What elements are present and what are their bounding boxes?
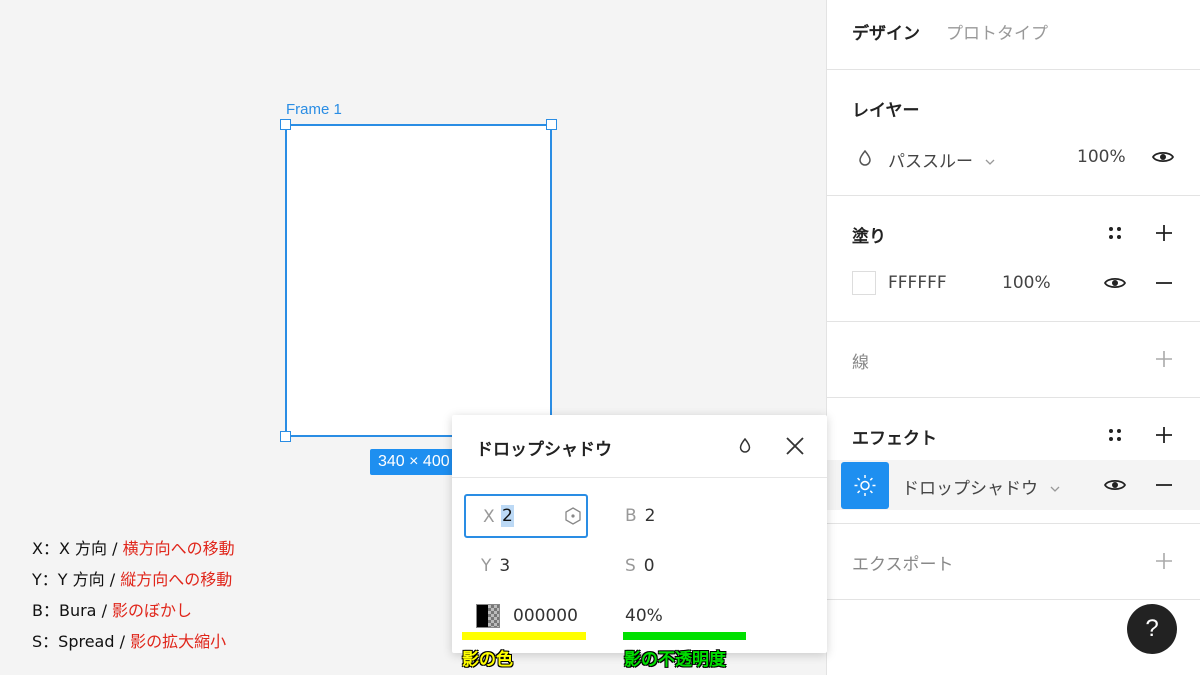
layer-section-title: レイヤー bbox=[852, 101, 920, 121]
swatch-checker bbox=[488, 605, 499, 627]
blend-mode-value: パススルー bbox=[888, 152, 973, 172]
highlight-bar-yellow bbox=[462, 632, 586, 640]
fill-hex-value[interactable]: FFFFFF bbox=[888, 273, 947, 293]
close-icon[interactable] bbox=[784, 435, 806, 457]
shadow-opacity-value[interactable]: 40% bbox=[625, 606, 663, 626]
x-offset-field[interactable]: X 2 bbox=[464, 494, 588, 538]
legend-desc: 横方向への移動 bbox=[122, 539, 235, 558]
divider bbox=[827, 599, 1200, 600]
divider bbox=[827, 195, 1200, 196]
drop-icon[interactable] bbox=[735, 435, 755, 457]
effect-type-dropdown[interactable]: ドロップシャドウ bbox=[902, 474, 1061, 499]
minus-icon[interactable] bbox=[1152, 473, 1176, 497]
popup-header: ドロップシャドウ bbox=[452, 415, 827, 478]
hexagon-icon bbox=[565, 507, 581, 525]
effect-section-title: エフェクト bbox=[852, 429, 937, 449]
y-value: 3 bbox=[499, 556, 511, 576]
divider bbox=[827, 321, 1200, 322]
layer-opacity[interactable]: 100% bbox=[1077, 147, 1126, 167]
sun-icon bbox=[854, 475, 876, 496]
s-value: 0 bbox=[643, 556, 655, 576]
fill-color-swatch[interactable] bbox=[852, 271, 876, 295]
legend: X：X 方向 / 横方向への移動 Y：Y 方向 / 縦方向への移動 B：Bura… bbox=[32, 533, 235, 657]
plus-icon[interactable] bbox=[1152, 423, 1176, 447]
fill-section-title: 塗り bbox=[852, 227, 886, 247]
resize-handle-bottom-left[interactable] bbox=[280, 431, 291, 442]
x-value[interactable]: 2 bbox=[501, 505, 514, 527]
stroke-section-title: 線 bbox=[852, 353, 869, 373]
shadow-color-swatch[interactable] bbox=[476, 604, 500, 628]
eye-icon[interactable] bbox=[1151, 145, 1175, 169]
drop-shadow-popup: ドロップシャドウ X 2 B2 Y3 S0 000000 40% bbox=[452, 415, 827, 653]
legend-desc: 縦方向への移動 bbox=[120, 570, 233, 589]
divider bbox=[827, 523, 1200, 524]
legend-desc: 影のぼかし bbox=[112, 601, 193, 620]
drop-icon bbox=[859, 149, 871, 166]
grid-dots-icon[interactable] bbox=[1103, 423, 1127, 447]
chevron-down-icon bbox=[1050, 486, 1060, 492]
swatch-solid bbox=[477, 605, 488, 627]
effect-type-value: ドロップシャドウ bbox=[902, 479, 1038, 499]
note-shadow-color: 影の色 bbox=[462, 650, 513, 670]
legend-row-s: S：Spread / 影の拡大縮小 bbox=[32, 626, 235, 657]
legend-row-x: X：X 方向 / 横方向への移動 bbox=[32, 533, 235, 564]
legend-row-y: Y：Y 方向 / 縦方向への移動 bbox=[32, 564, 235, 595]
legend-row-b: B：Bura / 影のぼかし bbox=[32, 595, 235, 626]
frame-label[interactable]: Frame 1 bbox=[286, 101, 342, 118]
eye-icon[interactable] bbox=[1103, 473, 1127, 497]
tab-prototype[interactable]: プロトタイプ bbox=[946, 19, 1048, 44]
plus-icon[interactable] bbox=[1152, 549, 1176, 573]
divider bbox=[827, 397, 1200, 398]
blend-mode-dropdown[interactable]: パススルー bbox=[888, 147, 996, 172]
effect-row-drop-shadow[interactable]: ドロップシャドウ bbox=[827, 460, 1200, 510]
effect-settings-button[interactable] bbox=[841, 462, 889, 509]
s-label: S bbox=[625, 556, 636, 576]
x-label: X bbox=[483, 507, 495, 527]
minus-icon[interactable] bbox=[1152, 271, 1176, 295]
help-button[interactable]: ? bbox=[1127, 604, 1177, 654]
fill-opacity[interactable]: 100% bbox=[1002, 273, 1051, 293]
size-badge: 340 × 400 bbox=[370, 449, 465, 475]
resize-handle-top-left[interactable] bbox=[280, 119, 291, 130]
highlight-bar-green bbox=[623, 632, 746, 640]
grid-dots-icon[interactable] bbox=[1103, 221, 1127, 245]
note-shadow-opacity: 影の不透明度 bbox=[624, 650, 726, 670]
legend-key: S：Spread / bbox=[32, 632, 131, 651]
plus-icon[interactable] bbox=[1152, 221, 1176, 245]
export-section-title: エクスポート bbox=[852, 555, 954, 575]
blur-field[interactable]: B2 bbox=[625, 506, 656, 526]
legend-desc: 影の拡大縮小 bbox=[130, 632, 227, 651]
tab-design[interactable]: デザイン bbox=[852, 19, 920, 44]
resize-handle-top-right[interactable] bbox=[546, 119, 557, 130]
design-panel: デザイン プロトタイプ レイヤー パススルー 100% 塗り FFFFFF 10… bbox=[826, 0, 1200, 675]
spread-field[interactable]: S0 bbox=[625, 556, 655, 576]
eye-icon[interactable] bbox=[1103, 271, 1127, 295]
divider bbox=[827, 69, 1200, 70]
b-value: 2 bbox=[644, 506, 656, 526]
legend-key: B：Bura / bbox=[32, 601, 113, 620]
popup-title: ドロップシャドウ bbox=[476, 440, 612, 460]
plus-icon[interactable] bbox=[1152, 347, 1176, 371]
y-offset-field[interactable]: Y3 bbox=[481, 556, 510, 576]
y-label: Y bbox=[481, 556, 492, 576]
legend-key: X：X 方向 / bbox=[32, 539, 123, 558]
b-label: B bbox=[625, 506, 637, 526]
frame-1[interactable] bbox=[285, 124, 552, 437]
shadow-color-value[interactable]: 000000 bbox=[513, 606, 578, 626]
legend-key: Y：Y 方向 / bbox=[32, 570, 121, 589]
chevron-down-icon bbox=[985, 159, 995, 165]
